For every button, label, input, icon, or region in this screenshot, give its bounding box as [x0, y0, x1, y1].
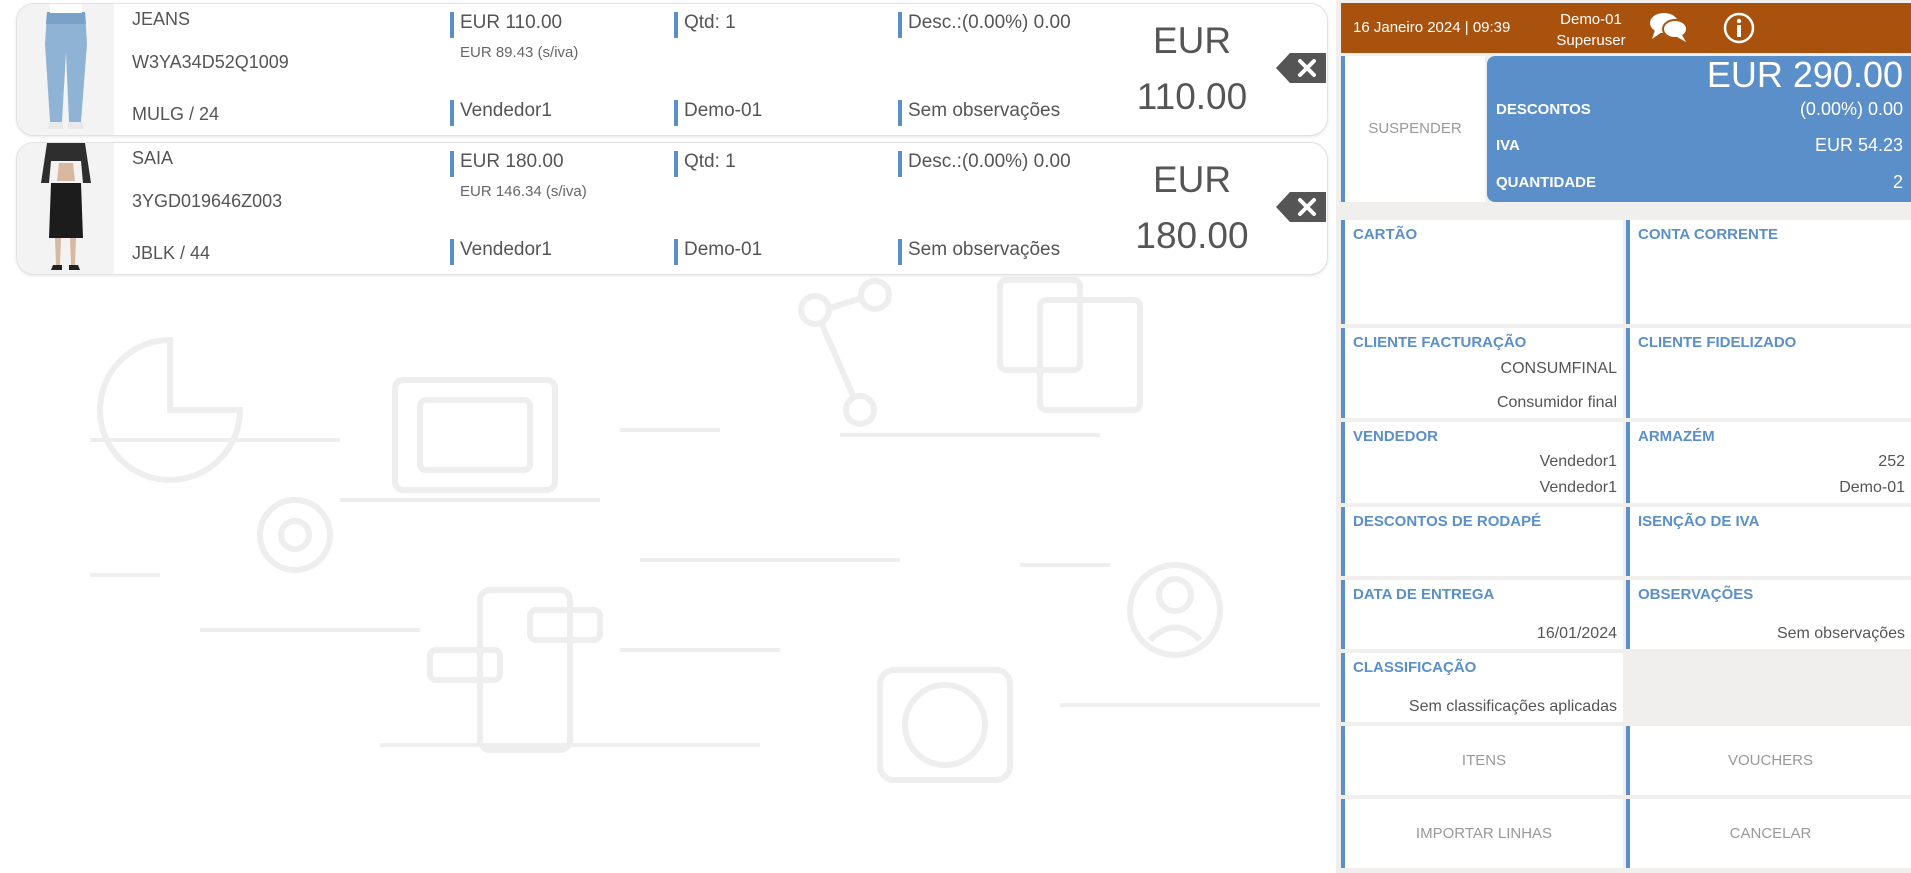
notes-title: OBSERVAÇÕES: [1638, 586, 1754, 603]
header-user: Superuser: [1556, 32, 1626, 49]
vouchers-button[interactable]: VOUCHERS: [1626, 726, 1911, 795]
summary-discounts-label: DESCONTOS: [1496, 101, 1591, 118]
quantity[interactable]: Qtd: 1: [674, 12, 736, 38]
info-icon[interactable]: [1723, 12, 1755, 49]
summary-vat-value: EUR 54.23: [1814, 135, 1903, 155]
unit-price-net: EUR 89.43 (s/iva): [460, 44, 579, 61]
warehouse-title: ARMAZÉM: [1638, 428, 1715, 445]
delivery-date-title: DATA DE ENTREGA: [1353, 586, 1495, 603]
warehouse-tile[interactable]: ARMAZÉM 252 Demo-01: [1626, 422, 1911, 503]
line-total-currency: EUR: [1152, 20, 1232, 61]
warehouse-line2: Demo-01: [1839, 479, 1905, 496]
line-total-currency: EUR: [1152, 159, 1232, 200]
header-bar: 16 Janeiro 2024 | 09:39 Demo-01 Superuse…: [1341, 3, 1911, 53]
product-variant: MULG / 24: [132, 104, 220, 124]
line-total-value: 180.00: [1135, 215, 1249, 256]
seller-title: VENDEDOR: [1353, 428, 1439, 445]
line-total-value: 110.00: [1136, 76, 1248, 117]
seller-line1: Vendedor1: [1539, 453, 1617, 470]
checkout-panel: 16 Janeiro 2024 | 09:39 Demo-01 Superuse…: [1336, 0, 1911, 873]
unit-price[interactable]: EUR 110.00: [450, 12, 562, 38]
summary-vat-label: IVA: [1496, 137, 1520, 154]
notes[interactable]: Sem observações: [898, 100, 1060, 126]
summary-quantity: QUANTIDADE 2: [1496, 172, 1903, 192]
unit-price[interactable]: EUR 180.00: [450, 151, 564, 177]
product-name: JEANS: [132, 9, 191, 29]
quantity[interactable]: Qtd: 1: [674, 151, 736, 177]
product-reference: 3YGD019646Z003: [132, 191, 283, 211]
current-account-title: CONTA CORRENTE: [1638, 226, 1778, 243]
warehouse-line1: 252: [1878, 453, 1905, 470]
discount[interactable]: Desc.:(0.00%) 0.00: [898, 12, 1071, 38]
footer-discounts-tile[interactable]: DESCONTOS DE RODAPÉ: [1341, 507, 1623, 576]
product-image: [17, 4, 114, 135]
classification-tile[interactable]: CLASSIFICAÇÃO Sem classificações aplicad…: [1341, 653, 1623, 722]
cart-line[interactable]: SAIA 3YGD019646Z003 JBLK / 44 EUR 180.00…: [16, 142, 1328, 275]
notes[interactable]: Sem observações: [898, 239, 1060, 265]
billing-client-name: Consumidor final: [1496, 394, 1617, 411]
header-store-user: Demo-01 Superuser: [1511, 9, 1671, 51]
payment-card-tile[interactable]: CARTÃO: [1341, 220, 1623, 324]
vat-exemption-title: ISENÇÃO DE IVA: [1638, 513, 1760, 530]
classification-title: CLASSIFICAÇÃO: [1353, 659, 1477, 676]
seller[interactable]: Vendedor1: [450, 100, 552, 126]
chat-icon[interactable]: [1649, 11, 1689, 48]
totals-summary: EUR 290.00 DESCONTOS (0.00%) 0.00 IVA EU…: [1487, 54, 1911, 202]
vat-exemption-tile[interactable]: ISENÇÃO DE IVA: [1626, 507, 1911, 576]
cart-line[interactable]: JEANS W3YA34D52Q1009 MULG / 24 EUR 110.0…: [16, 3, 1328, 136]
header-store: Demo-01: [1560, 11, 1622, 28]
footer-discounts-title: DESCONTOS DE RODAPÉ: [1353, 513, 1542, 530]
card-title: CARTÃO: [1353, 226, 1418, 243]
product-image: [17, 143, 114, 274]
backspace-icon: [1276, 53, 1326, 83]
billing-client-code: CONSUMFINAL: [1500, 360, 1617, 377]
cancel-button[interactable]: CANCELAR: [1626, 799, 1911, 868]
notes-value: Sem observações: [1776, 625, 1905, 642]
delivery-date-tile[interactable]: DATA DE ENTREGA 16/01/2024: [1341, 580, 1623, 649]
background-decoration: [90, 277, 1320, 783]
suspend-button[interactable]: SUSPENDER: [1341, 56, 1485, 202]
import-lines-button[interactable]: IMPORTAR LINHAS: [1341, 799, 1623, 868]
seller-tile[interactable]: VENDEDOR Vendedor1 Vendedor1: [1341, 422, 1623, 503]
seller[interactable]: Vendedor1: [450, 239, 552, 265]
summary-discounts-value: (0.00%) 0.00: [1799, 99, 1903, 119]
store[interactable]: Demo-01: [674, 100, 762, 126]
delete-line-button[interactable]: [1276, 192, 1326, 222]
unit-price-net: EUR 146.34 (s/iva): [460, 183, 587, 200]
current-account-tile[interactable]: CONTA CORRENTE: [1626, 220, 1911, 324]
discount[interactable]: Desc.:(0.00%) 0.00: [898, 151, 1071, 177]
loyalty-client-tile[interactable]: CLIENTE FIDELIZADO: [1626, 328, 1911, 418]
store[interactable]: Demo-01: [674, 239, 762, 265]
grand-total: EUR 290.00: [1706, 54, 1903, 95]
header-datetime: 16 Janeiro 2024 | 09:39: [1353, 19, 1511, 36]
summary-quantity-value: 2: [1892, 172, 1903, 192]
product-reference: W3YA34D52Q1009: [132, 52, 289, 72]
delete-line-button[interactable]: [1276, 53, 1326, 83]
classification-value: Sem classificações aplicadas: [1408, 698, 1617, 715]
items-button[interactable]: ITENS: [1341, 726, 1623, 795]
delivery-date-value: 16/01/2024: [1536, 625, 1617, 642]
loyalty-client-title: CLIENTE FIDELIZADO: [1638, 334, 1797, 351]
billing-client-tile[interactable]: CLIENTE FACTURAÇÃO CONSUMFINAL Consumido…: [1341, 328, 1623, 418]
summary-quantity-label: QUANTIDADE: [1496, 174, 1596, 191]
notes-tile[interactable]: OBSERVAÇÕES Sem observações: [1626, 580, 1911, 649]
product-name: SAIA: [132, 148, 174, 168]
billing-client-title: CLIENTE FACTURAÇÃO: [1353, 334, 1527, 351]
seller-line2: Vendedor1: [1539, 479, 1617, 496]
summary-vat: IVA EUR 54.23: [1496, 135, 1903, 155]
summary-discounts: DESCONTOS (0.00%) 0.00: [1496, 99, 1903, 119]
product-variant: JBLK / 44: [132, 243, 211, 263]
backspace-icon: [1276, 192, 1326, 222]
